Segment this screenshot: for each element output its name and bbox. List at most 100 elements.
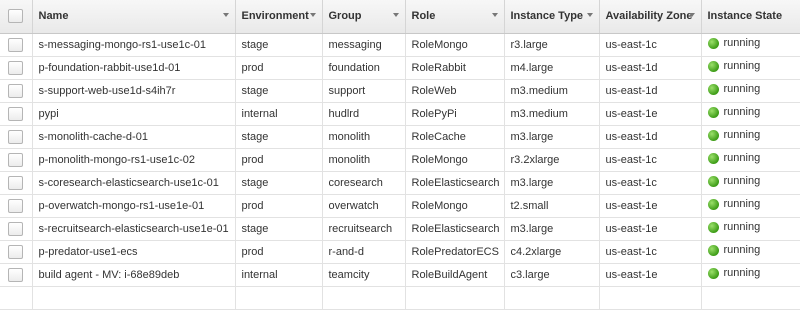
empty-cell: [235, 286, 323, 310]
availability-zone-cell: us-east-1e: [599, 194, 702, 218]
status-label: running: [723, 129, 761, 142]
instance-type-cell: m3.large: [504, 125, 600, 149]
select-all-checkbox[interactable]: [0, 0, 33, 34]
environment-cell: prod: [235, 56, 323, 80]
table-row[interactable]: p-foundation-rabbit-use1d-01 prod foundati…: [0, 56, 800, 80]
column-header-instance-state[interactable]: Instance State: [701, 0, 800, 34]
sort-arrow-icon[interactable]: [222, 13, 229, 17]
group-cell: foundation: [322, 56, 406, 80]
status-running-icon: [707, 83, 719, 95]
status-label: running: [723, 175, 761, 188]
role-cell: RoleMongo: [405, 148, 505, 172]
name-cell: p-foundation-rabbit-use1d-01: [32, 56, 236, 80]
row-checkbox[interactable]: [0, 79, 33, 103]
instance-state-cell: running: [701, 56, 800, 80]
name-cell: s-monolith-cache-d-01: [32, 125, 236, 149]
row-checkbox[interactable]: [0, 263, 33, 287]
column-header-group[interactable]: Group: [322, 0, 406, 34]
instance-type-cell: r3.large: [504, 33, 600, 57]
row-checkbox[interactable]: [0, 102, 33, 126]
instance-type-cell: m4.large: [504, 56, 600, 80]
status-running-icon: [707, 221, 719, 233]
environment-cell: stage: [235, 217, 323, 241]
status-badge: running: [707, 83, 761, 96]
sort-arrow-icon[interactable]: [688, 13, 695, 17]
column-header-environment[interactable]: Environment: [235, 0, 323, 34]
status-badge: running: [707, 198, 760, 210]
status-badge: running: [707, 129, 761, 142]
group-cell: r-and-d: [322, 240, 406, 264]
table-row[interactable]: s-monolith-cache-d-01 stage monolith RoleCa…: [0, 125, 800, 149]
instance-state-cell: running: [701, 33, 800, 57]
row-checkbox[interactable]: [0, 194, 33, 218]
status-running-icon: [707, 60, 719, 72]
group-cell: monolith: [322, 148, 406, 172]
environment-cell: stage: [235, 125, 323, 149]
availability-zone-cell: us-east-1d: [599, 79, 702, 103]
instance-type-cell: m3.large: [504, 171, 600, 195]
row-checkbox[interactable]: [0, 33, 33, 57]
table-row[interactable]: s-messaging-mongo-rs1-use1c-01 stage messa…: [0, 33, 800, 57]
empty-cell: [599, 286, 702, 310]
row-checkbox[interactable]: [0, 148, 33, 172]
instances-table: Name Environment Group Role Instance Typ…: [0, 0, 800, 310]
checkbox-icon: [8, 221, 24, 236]
sort-arrow-icon[interactable]: [392, 13, 399, 17]
name-cell: pypi: [32, 102, 236, 126]
table-row-empty: [0, 286, 800, 310]
instance-type-cell: m3.medium: [504, 102, 600, 126]
table-row[interactable]: build agent - MV: i-68e89deb internal team…: [0, 263, 800, 287]
environment-cell: prod: [235, 148, 323, 172]
checkbox-icon: [8, 244, 24, 259]
instance-state-cell: running: [701, 148, 800, 172]
table-row[interactable]: s-coresearch-elasticsearch-use1c-01 stage…: [0, 171, 800, 195]
availability-zone-cell: us-east-1e: [599, 217, 702, 241]
sort-arrow-icon[interactable]: [586, 13, 593, 17]
table-row[interactable]: s-support-web-use1d-s4ih7r stage support Ro…: [0, 79, 800, 103]
row-checkbox[interactable]: [0, 56, 33, 80]
status-badge: running: [707, 152, 760, 164]
instance-state-cell: running: [701, 171, 800, 195]
instance-state-cell: running: [701, 79, 800, 103]
status-badge: running: [707, 221, 760, 233]
column-header-role[interactable]: Role: [405, 0, 505, 34]
availability-zone-cell: us-east-1e: [599, 263, 702, 287]
name-cell: s-support-web-use1d-s4ih7r: [32, 79, 236, 103]
environment-cell: internal: [235, 102, 323, 126]
table-row[interactable]: s-recruitsearch-elasticsearch-use1e-01 st…: [0, 217, 800, 241]
checkbox-icon: [8, 267, 24, 282]
environment-cell: internal: [235, 263, 323, 287]
instance-type-cell: c3.large: [504, 263, 600, 287]
instance-type-cell: c4.2xlarge: [504, 240, 600, 264]
table-row[interactable]: pypi internal hudlrd RolePyPi m3.medium us-ea…: [0, 102, 800, 126]
status-running-icon: [707, 129, 719, 141]
column-header-availability-zone[interactable]: Availability Zone: [599, 0, 702, 34]
empty-cell: [322, 286, 406, 310]
checkbox-icon: [8, 175, 24, 190]
table-row[interactable]: p-monolith-mongo-rs1-use1c-02 prod monolit…: [0, 148, 800, 172]
status-running-icon: [707, 175, 719, 187]
instance-state-cell: running: [701, 263, 800, 287]
row-checkbox[interactable]: [0, 125, 33, 149]
status-badge: running: [707, 267, 760, 279]
row-checkbox[interactable]: [0, 171, 33, 195]
environment-cell: stage: [235, 33, 323, 57]
table-row[interactable]: p-predator-use1-ecs prod r-and-d RolePredat…: [0, 240, 800, 264]
column-header-instance-type[interactable]: Instance Type: [504, 0, 600, 34]
column-header-name[interactable]: Name: [32, 0, 236, 34]
sort-arrow-icon[interactable]: [491, 13, 498, 17]
instance-type-cell: m3.large: [504, 217, 600, 241]
table-row[interactable]: p-overwatch-mongo-rs1-use1e-01 prod overwa…: [0, 194, 800, 218]
row-checkbox[interactable]: [0, 240, 33, 264]
availability-zone-cell: us-east-1d: [599, 56, 702, 80]
status-label: running: [723, 83, 761, 96]
environment-cell: prod: [235, 194, 323, 218]
role-cell: RoleWeb: [405, 79, 505, 103]
name-cell: s-messaging-mongo-rs1-use1c-01: [32, 33, 236, 57]
environment-cell: stage: [235, 79, 323, 103]
sort-arrow-icon[interactable]: [309, 13, 316, 17]
status-running-icon: [707, 37, 719, 49]
row-checkbox[interactable]: [0, 217, 33, 241]
availability-zone-cell: us-east-1c: [599, 240, 702, 264]
status-badge: running: [707, 175, 761, 188]
